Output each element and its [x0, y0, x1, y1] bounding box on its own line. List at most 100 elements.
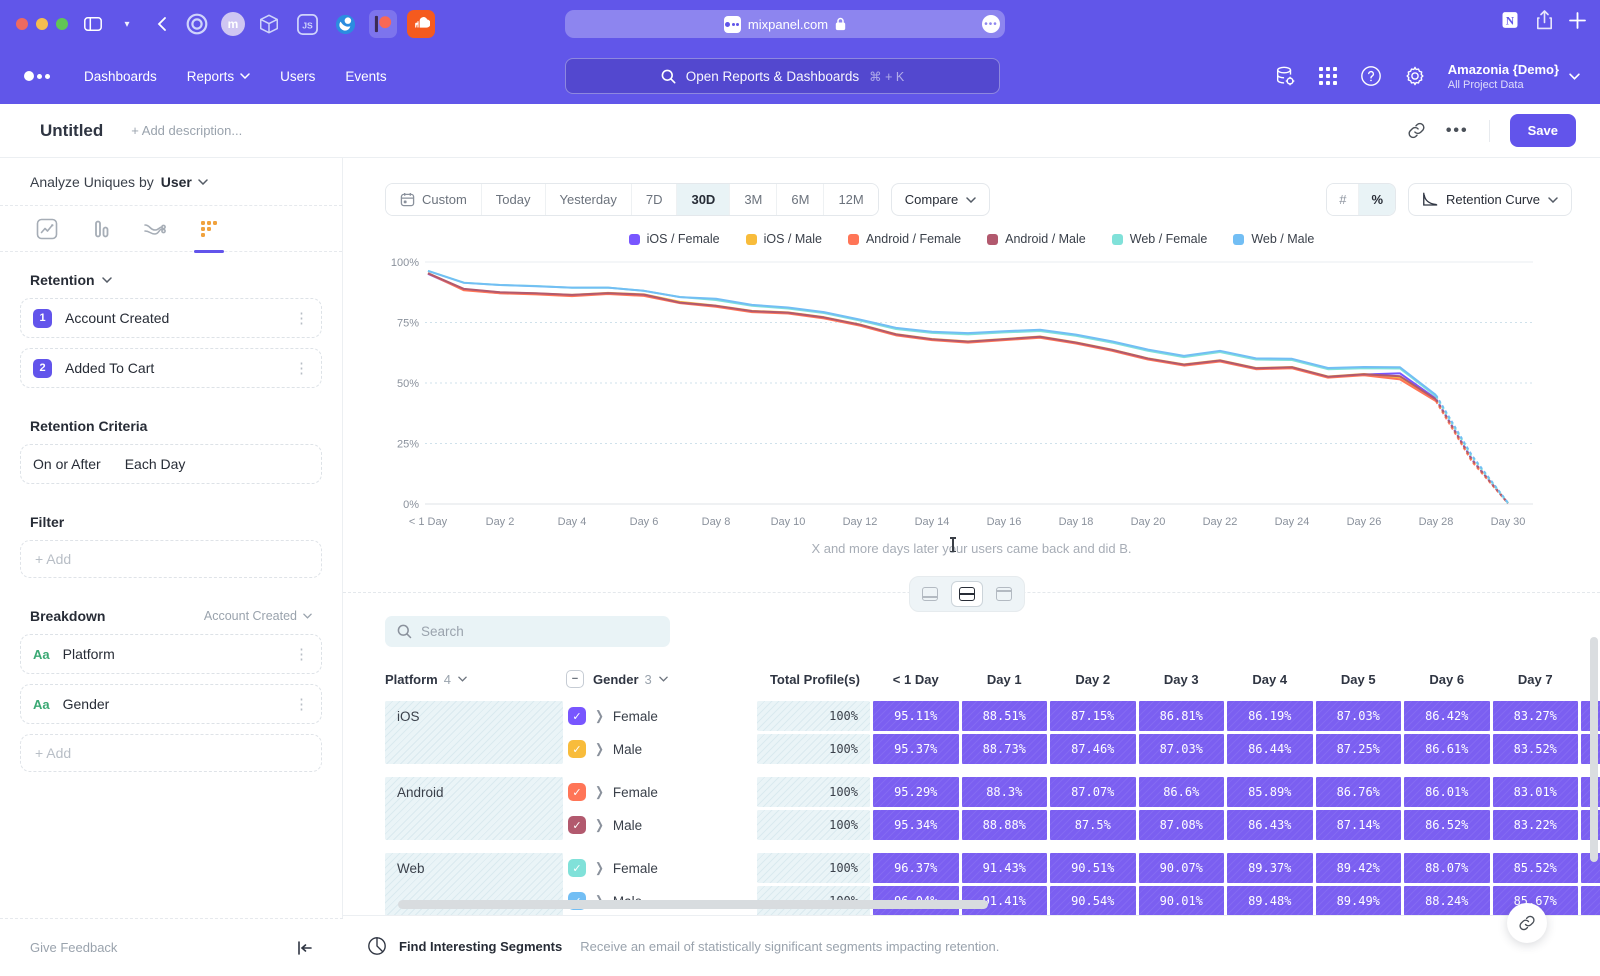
global-search[interactable]: Open Reports & Dashboards ⌘ + K	[565, 58, 1000, 94]
js-tab-icon[interactable]: JS	[293, 10, 321, 38]
notion-icon[interactable]: N	[1500, 10, 1520, 30]
nav-users[interactable]: Users	[280, 69, 315, 84]
nav-dashboards[interactable]: Dashboards	[84, 69, 157, 84]
patreon-tab-icon[interactable]	[369, 10, 397, 38]
range-custom-button[interactable]: Custom	[386, 184, 482, 215]
range-3m-button[interactable]: 3M	[730, 184, 777, 215]
day-column-header[interactable]: Day 4	[1227, 672, 1313, 687]
criteria-card[interactable]: On or After Each Day	[20, 444, 322, 484]
tab-retention[interactable]	[194, 206, 224, 252]
expand-row-icon[interactable]: ❯	[595, 708, 604, 724]
help-icon[interactable]	[1360, 65, 1382, 87]
criteria-mode[interactable]: On or After	[33, 456, 101, 472]
layout-split-button[interactable]	[951, 581, 983, 607]
collapse-sidebar-icon[interactable]	[297, 941, 313, 955]
extensions-icon[interactable]: •••	[982, 15, 1000, 33]
save-button[interactable]: Save	[1510, 114, 1576, 147]
project-switcher[interactable]: Amazonia {Demo} All Project Data	[1448, 62, 1580, 91]
horizontal-scrollbar[interactable]	[398, 900, 988, 909]
segments-title[interactable]: Find Interesting Segments	[399, 939, 562, 954]
series-checkbox[interactable]: ✓	[568, 740, 586, 758]
series-checkbox[interactable]: ✓	[568, 859, 586, 877]
legend-item[interactable]: Web / Male	[1233, 232, 1314, 246]
share-icon[interactable]	[1536, 10, 1553, 30]
step-card-account-created[interactable]: 1 Account Created ⋮	[20, 298, 322, 338]
day-column-header[interactable]: Day 1	[962, 672, 1048, 687]
give-feedback-link[interactable]: Give Feedback	[30, 940, 117, 955]
new-tab-icon[interactable]	[1569, 12, 1586, 29]
kebab-menu-icon[interactable]: ⋮	[294, 359, 309, 377]
add-description[interactable]: + Add description...	[131, 123, 242, 138]
add-breakdown-button[interactable]: + Add	[20, 734, 322, 772]
breakdown-card-gender[interactable]: Aa Gender ⋮	[20, 684, 322, 724]
table-search-input[interactable]	[421, 624, 641, 639]
tab-insights[interactable]	[32, 206, 62, 252]
breakdown-card-platform[interactable]: Aa Platform ⋮	[20, 634, 322, 674]
nav-events[interactable]: Events	[345, 69, 386, 84]
legend-item[interactable]: Android / Male	[987, 232, 1086, 246]
breakdown-scope-dropdown[interactable]: Account Created	[204, 609, 312, 623]
add-filter-button[interactable]: + Add	[20, 540, 322, 578]
day-column-header[interactable]: Day 3	[1139, 672, 1225, 687]
kebab-menu-icon[interactable]: ⋮	[294, 695, 309, 713]
copy-link-icon[interactable]	[1407, 121, 1426, 140]
sidebar-toggle-icon[interactable]	[81, 10, 105, 38]
expand-row-icon[interactable]: ❯	[595, 784, 604, 800]
minimize-window-button[interactable]	[36, 18, 48, 30]
compare-button[interactable]: Compare	[891, 183, 990, 216]
range-7d-button[interactable]: 7D	[632, 184, 678, 215]
expand-row-icon[interactable]: ❯	[595, 860, 604, 876]
expand-row-icon[interactable]: ❯	[595, 817, 604, 833]
layout-table-focus-button[interactable]	[988, 581, 1020, 607]
legend-item[interactable]: Web / Female	[1112, 232, 1208, 246]
range-30d-button[interactable]: 30D	[677, 184, 730, 215]
day-column-header[interactable]: Day 2	[1050, 672, 1136, 687]
zoom-window-button[interactable]	[56, 18, 68, 30]
tab-flows[interactable]	[140, 206, 170, 252]
absolute-numbers-button[interactable]: #	[1327, 184, 1359, 215]
series-checkbox[interactable]: ✓	[568, 707, 586, 725]
tab-funnels[interactable]	[86, 206, 116, 252]
browser-globe-tab-icon[interactable]	[331, 10, 359, 38]
view-type-dropdown[interactable]: Retention Curve	[1408, 183, 1572, 216]
mixpanel-logo[interactable]	[24, 71, 50, 81]
more-menu-icon[interactable]: •••	[1446, 122, 1469, 140]
step-card-added-to-cart[interactable]: 2 Added To Cart ⋮	[20, 348, 322, 388]
soundcloud-tab-icon[interactable]	[407, 10, 435, 38]
gender-column-header[interactable]: − Gender3	[566, 670, 754, 688]
retention-chart-svg[interactable]: 0%25%50%75%100%< 1 DayDay 2Day 4Day 6Day…	[383, 252, 1563, 534]
report-title[interactable]: Untitled	[40, 121, 103, 141]
table-search[interactable]	[385, 616, 670, 647]
cube-tab-icon[interactable]	[255, 10, 283, 38]
chevron-down-icon[interactable]: ▾	[115, 10, 139, 38]
legend-item[interactable]: Android / Female	[848, 232, 961, 246]
share-link-fab[interactable]	[1507, 903, 1547, 943]
percent-button[interactable]: %	[1359, 184, 1395, 215]
legend-item[interactable]: iOS / Female	[629, 232, 720, 246]
onepassword-tab-icon[interactable]	[183, 10, 211, 38]
kebab-menu-icon[interactable]: ⋮	[294, 645, 309, 663]
expand-row-icon[interactable]: ❯	[595, 741, 604, 757]
series-checkbox[interactable]: ✓	[568, 816, 586, 834]
retention-section-header[interactable]: Retention	[20, 272, 322, 288]
range-6m-button[interactable]: 6M	[777, 184, 824, 215]
day-column-header[interactable]: Day 5	[1316, 672, 1402, 687]
day-column-header[interactable]: < 1 Day	[873, 672, 959, 687]
close-window-button[interactable]	[16, 18, 28, 30]
day-column-header[interactable]: Day 6	[1404, 672, 1490, 687]
layout-chart-focus-button[interactable]	[914, 581, 946, 607]
apps-grid-icon[interactable]	[1318, 66, 1338, 86]
range-today-button[interactable]: Today	[482, 184, 546, 215]
analyze-value-dropdown[interactable]: User	[161, 174, 208, 190]
total-profiles-header[interactable]: Total Profile(s)	[757, 672, 870, 687]
avatar-tab-icon[interactable]: m	[221, 12, 245, 36]
settings-gear-icon[interactable]	[1404, 65, 1426, 87]
back-icon[interactable]	[149, 10, 173, 38]
range-yesterday-button[interactable]: Yesterday	[546, 184, 632, 215]
vertical-scrollbar[interactable]	[1590, 637, 1598, 862]
kebab-menu-icon[interactable]: ⋮	[294, 309, 309, 327]
series-checkbox[interactable]: ✓	[568, 783, 586, 801]
nav-reports[interactable]: Reports	[187, 69, 250, 84]
criteria-interval[interactable]: Each Day	[125, 456, 186, 472]
platform-column-header[interactable]: Platform4	[385, 672, 563, 687]
